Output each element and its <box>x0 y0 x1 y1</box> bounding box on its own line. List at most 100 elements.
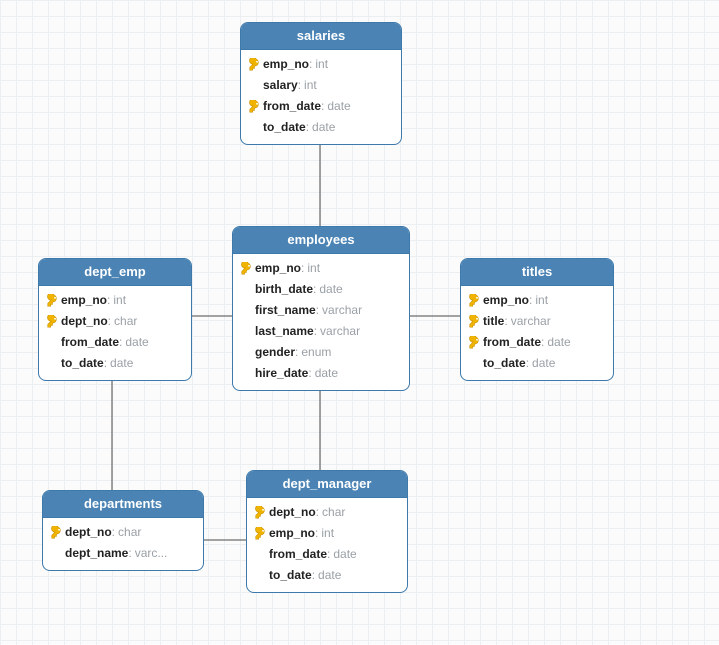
column-row[interactable]: to_date: date <box>247 565 407 586</box>
entity-dept_emp[interactable]: dept_empemp_no: intdept_no: charfrom_dat… <box>38 258 192 381</box>
column-name: dept_no <box>61 313 108 330</box>
column-type: varc... <box>135 545 168 562</box>
column-row[interactable]: emp_no: int <box>241 54 401 75</box>
column-row[interactable]: birth_date: date <box>233 279 409 300</box>
column-row[interactable]: from_date: date <box>39 332 191 353</box>
column-colon: : <box>529 292 532 309</box>
column-type: varchar <box>511 313 551 330</box>
column-type: date <box>532 355 555 372</box>
column-colon: : <box>316 504 319 521</box>
column-row[interactable]: from_date: date <box>247 544 407 565</box>
column-colon: : <box>295 344 298 361</box>
entity-titles[interactable]: titlesemp_no: inttitle: varcharfrom_date… <box>460 258 614 381</box>
column-row[interactable]: title: varchar <box>461 311 613 332</box>
column-name: dept_no <box>269 504 316 521</box>
column-name: emp_no <box>263 56 309 73</box>
entity-title: salaries <box>241 23 401 50</box>
column-name: to_date <box>61 355 104 372</box>
entity-columns: emp_no: intsalary: intfrom_date: dateto_… <box>241 50 401 144</box>
column-row[interactable]: salary: int <box>241 75 401 96</box>
entity-title: titles <box>461 259 613 286</box>
column-row[interactable]: emp_no: int <box>461 290 613 311</box>
column-name: last_name <box>255 323 314 340</box>
primary-key-icon <box>253 506 269 520</box>
entity-columns: emp_no: intbirth_date: datefirst_name: v… <box>233 254 409 390</box>
primary-key-icon <box>49 526 65 540</box>
column-name: dept_no <box>65 524 112 541</box>
column-colon: : <box>314 323 317 340</box>
column-name: birth_date <box>255 281 313 298</box>
key-icon <box>468 294 482 308</box>
column-colon: : <box>112 524 115 541</box>
column-colon: : <box>309 56 312 73</box>
column-row[interactable]: to_date: date <box>241 117 401 138</box>
column-type: date <box>333 546 356 563</box>
column-colon: : <box>313 281 316 298</box>
column-row[interactable]: dept_name: varc... <box>43 543 203 564</box>
column-name: from_date <box>269 546 327 563</box>
column-row[interactable]: to_date: date <box>39 353 191 374</box>
column-name: to_date <box>263 119 306 136</box>
column-type: int <box>304 77 317 94</box>
column-name: emp_no <box>269 525 315 542</box>
key-icon <box>468 315 482 329</box>
column-colon: : <box>504 313 507 330</box>
primary-key-icon <box>247 100 263 114</box>
column-type: date <box>318 567 341 584</box>
column-row[interactable]: first_name: varchar <box>233 300 409 321</box>
key-icon <box>50 526 64 540</box>
column-type: date <box>125 334 148 351</box>
entity-title: dept_manager <box>247 471 407 498</box>
primary-key-icon <box>247 58 263 72</box>
primary-key-icon <box>253 527 269 541</box>
column-name: dept_name <box>65 545 128 562</box>
column-name: emp_no <box>255 260 301 277</box>
column-name: from_date <box>263 98 321 115</box>
entity-columns: emp_no: intdept_no: charfrom_date: datet… <box>39 286 191 380</box>
column-colon: : <box>128 545 131 562</box>
entity-columns: emp_no: inttitle: varcharfrom_date: date… <box>461 286 613 380</box>
entity-salaries[interactable]: salariesemp_no: intsalary: intfrom_date:… <box>240 22 402 145</box>
column-row[interactable]: emp_no: int <box>247 523 407 544</box>
column-name: from_date <box>61 334 119 351</box>
column-row[interactable]: from_date: date <box>241 96 401 117</box>
column-type: enum <box>301 344 331 361</box>
entity-employees[interactable]: employeesemp_no: intbirth_date: datefirs… <box>232 226 410 391</box>
column-type: date <box>319 281 342 298</box>
key-icon <box>468 336 482 350</box>
column-type: date <box>547 334 570 351</box>
column-name: emp_no <box>483 292 529 309</box>
column-name: emp_no <box>61 292 107 309</box>
column-row[interactable]: emp_no: int <box>39 290 191 311</box>
entity-dept_manager[interactable]: dept_managerdept_no: charemp_no: intfrom… <box>246 470 408 593</box>
column-colon: : <box>321 98 324 115</box>
entity-title: departments <box>43 491 203 518</box>
column-row[interactable]: dept_no: char <box>43 522 203 543</box>
column-row[interactable]: last_name: varchar <box>233 321 409 342</box>
column-row[interactable]: hire_date: date <box>233 363 409 384</box>
column-row[interactable]: dept_no: char <box>39 311 191 332</box>
primary-key-icon <box>467 315 483 329</box>
column-colon: : <box>301 260 304 277</box>
column-row[interactable]: dept_no: char <box>247 502 407 523</box>
column-row[interactable]: from_date: date <box>461 332 613 353</box>
key-icon <box>254 527 268 541</box>
column-type: varchar <box>320 323 360 340</box>
column-colon: : <box>104 355 107 372</box>
column-type: varchar <box>322 302 362 319</box>
column-name: from_date <box>483 334 541 351</box>
primary-key-icon <box>45 315 61 329</box>
entity-departments[interactable]: departmentsdept_no: chardept_name: varc.… <box>42 490 204 571</box>
column-row[interactable]: to_date: date <box>461 353 613 374</box>
column-row[interactable]: gender: enum <box>233 342 409 363</box>
column-type: int <box>315 56 328 73</box>
key-icon <box>248 100 262 114</box>
column-name: hire_date <box>255 365 308 382</box>
column-type: date <box>315 365 338 382</box>
column-type: date <box>110 355 133 372</box>
column-colon: : <box>526 355 529 372</box>
key-icon <box>248 58 262 72</box>
column-name: gender <box>255 344 295 361</box>
column-type: int <box>307 260 320 277</box>
column-row[interactable]: emp_no: int <box>233 258 409 279</box>
